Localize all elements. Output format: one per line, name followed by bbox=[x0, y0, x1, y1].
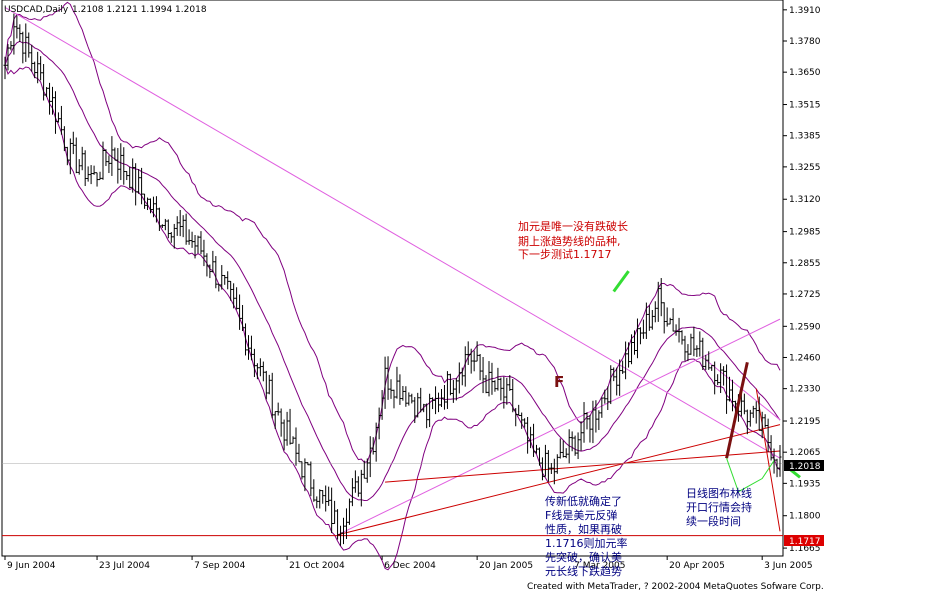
x-tick-label: 6 Dec 2004 bbox=[384, 561, 436, 571]
x-tick-label: 20 Apr 2005 bbox=[669, 561, 725, 571]
y-tick-label: 1.2195 bbox=[789, 417, 821, 427]
annotation-bottom-line: 性质，如果再破 bbox=[545, 522, 622, 536]
y-tick-label: 1.1800 bbox=[789, 512, 821, 522]
y-tick-label: 1.3385 bbox=[789, 132, 821, 142]
pattern-label: F bbox=[554, 373, 564, 391]
annotation-bottom-line: 1.1716则加元率 bbox=[545, 536, 628, 550]
annotation-top-line: 下一步测试1.1717 bbox=[518, 248, 612, 261]
x-tick-label: 23 Jul 2004 bbox=[99, 561, 150, 571]
x-tick-label: 9 Jun 2004 bbox=[7, 561, 56, 571]
y-tick-label: 1.2590 bbox=[789, 322, 821, 332]
x-axis: 9 Jun 2004 23 Jul 2004 7 Sep 2004 21 Oct 20… bbox=[4, 556, 813, 571]
x-tick-label: 7 Sep 2004 bbox=[194, 561, 246, 571]
current-price-label: 1.2018 bbox=[789, 462, 821, 472]
y-tick-label: 1.2855 bbox=[789, 259, 821, 269]
y-tick-label: 1.3120 bbox=[789, 195, 821, 205]
annotation-bottom-line: F线是美元反弹 bbox=[545, 508, 617, 522]
annotation-top-line: 期上涨趋势线的品种, bbox=[518, 234, 621, 248]
y-tick-label: 1.3780 bbox=[789, 37, 821, 47]
price-chart: 1.3910 1.3780 1.3650 1.3515 1.3385 1.3255 1.31… bbox=[1, 0, 824, 592]
y-tick-label: 1.1935 bbox=[789, 479, 821, 489]
annotation-right-line: 开口行情会持 bbox=[686, 500, 752, 514]
annotation-bottom-line: 先突破，确认美 bbox=[545, 550, 622, 564]
x-tick-label: 3 Jun 2005 bbox=[764, 561, 812, 571]
x-tick-label: 20 Jan 2005 bbox=[479, 561, 533, 571]
y-tick-label: 1.2725 bbox=[789, 290, 821, 300]
annotation-bottom-line: 元长线下跌趋势 bbox=[545, 564, 622, 578]
y-tick-label: 1.3650 bbox=[789, 68, 821, 78]
y-tick-label: 1.3255 bbox=[789, 163, 821, 173]
y-tick-label: 1.2065 bbox=[789, 448, 821, 458]
annotation-right-line: 日线图布林线 bbox=[686, 486, 752, 500]
annotation-bottom-line: 传新低就确定了 bbox=[545, 494, 622, 508]
annotation-top-line: 加元是唯一没有跌破长 bbox=[518, 219, 628, 233]
plot-area bbox=[1, 0, 784, 557]
level-price-label: 1.1717 bbox=[789, 537, 821, 547]
y-tick-label: 1.2985 bbox=[789, 228, 821, 238]
ohlc-readout: 1.2108 1.2121 1.1994 1.2018 bbox=[72, 5, 207, 15]
y-tick-label: 1.2330 bbox=[789, 385, 821, 395]
x-tick-label: 21 Oct 2004 bbox=[289, 561, 345, 571]
y-tick-label: 1.3515 bbox=[789, 101, 821, 111]
y-tick-label: 1.2460 bbox=[789, 353, 821, 363]
annotation-right-line: 续一段时间 bbox=[686, 514, 741, 528]
footer-credit: Created with MetaTrader, ? 2002-2004 Met… bbox=[527, 582, 824, 592]
symbol-title: USDCAD,Daily bbox=[4, 5, 69, 15]
y-tick-label: 1.3910 bbox=[789, 6, 821, 16]
